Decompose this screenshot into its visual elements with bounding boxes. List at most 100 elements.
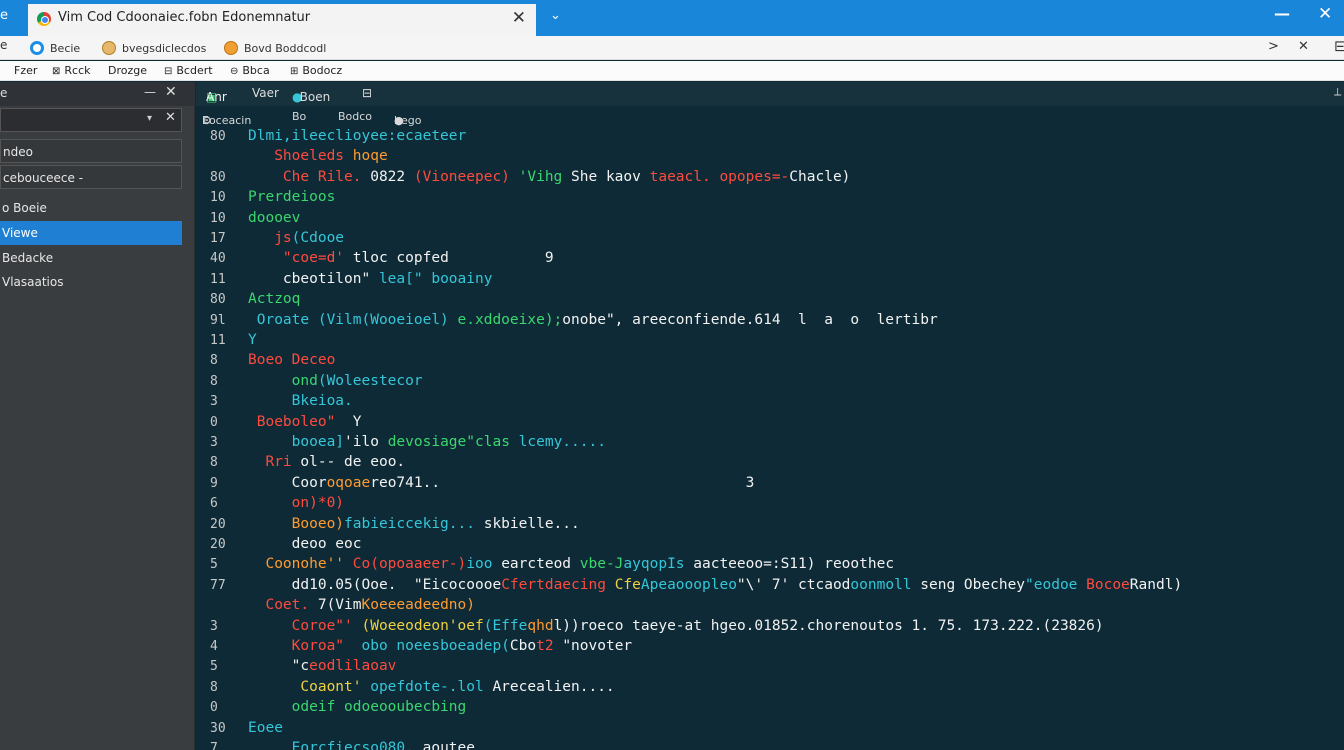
split-editor-icon[interactable]: ⊟	[362, 86, 372, 100]
code-line[interactable]: 3 booea]'ilo devosiage"clas lcemy.....	[196, 434, 1344, 454]
menu-item-4[interactable]: ⊟ Bcdert	[164, 64, 213, 77]
tab-list-dropdown-icon[interactable]: ⌄	[550, 8, 561, 23]
line-number: 6	[210, 496, 218, 512]
code-text: js(Cdooe	[248, 230, 344, 246]
code-token: tloc copfed	[352, 250, 545, 267]
code-line[interactable]: 80 Che Rile. 0822 (Vioneepec) 'Vihg She …	[196, 169, 1344, 189]
line-number: 5	[210, 557, 218, 573]
sidebar-search-input[interactable]: ▾	[0, 108, 182, 132]
back-icon[interactable]: e	[0, 38, 7, 52]
tab-close-icon[interactable]: ✕	[512, 8, 526, 28]
code-line[interactable]: 9l Oroate (Vilm(Wooeioel) e.xddoeixe);on…	[196, 312, 1344, 332]
code-token: ayqopIs	[623, 556, 694, 573]
code-line[interactable]: 30 Eoee	[196, 720, 1344, 740]
code-line[interactable]: 10 doooev	[196, 210, 1344, 230]
menu-label: Rcck	[64, 64, 91, 77]
code-line[interactable]: 5 "ceodlilaoav	[196, 658, 1344, 678]
breadcrumb-item-3[interactable]: Bodco	[338, 110, 372, 123]
pin-icon[interactable]: ⟂	[1334, 85, 1341, 99]
code-line[interactable]: 80 Actzoq	[196, 291, 1344, 311]
app-icon: e	[0, 8, 8, 23]
sidebar-minimize-icon[interactable]: —	[144, 85, 156, 99]
menu-item-5[interactable]: ⊖ Bbca	[230, 64, 270, 77]
code-line[interactable]: 5 Coonohe'' Co(opoaaeer-)ioo earcteod vb…	[196, 556, 1344, 576]
menu-item-6[interactable]: ⊞ Bodocz	[290, 64, 342, 77]
code-token: vbe-J	[579, 556, 624, 573]
code-line[interactable]: 17 js(Cdooe	[196, 230, 1344, 250]
code-token: (Woeeodeon'oef	[361, 617, 484, 634]
code-line[interactable]: 8 Boeo Deceo	[196, 352, 1344, 372]
code-line[interactable]: 80 Dlmi,ileeclioyee:ecaeteer	[196, 128, 1344, 148]
menu-label: Bbca	[242, 64, 270, 77]
line-number: 17	[210, 231, 226, 246]
code-text: Cooroqoaereo741.. 3	[248, 474, 755, 491]
browser-tab-active[interactable]: Vim Cod Cdoonaiec.fobn Edonemnatur ✕	[28, 4, 536, 36]
menu-item-file[interactable]: Fzer	[10, 64, 37, 77]
code-line[interactable]: 6 on)*0)	[196, 495, 1344, 515]
menu-item-3[interactable]: Drozge	[104, 64, 147, 77]
code-line[interactable]: 40 "coe=d' tloc copfed 9	[196, 250, 1344, 270]
code-line[interactable]: 3 Bkeioa.	[196, 393, 1344, 413]
sidebar-item-1[interactable]: ndeo	[0, 139, 182, 163]
sidebar-item-3[interactable]: o Boeie	[0, 196, 182, 220]
sidebar-item-6[interactable]: Vlasaatios	[0, 270, 182, 294]
code-line[interactable]: 0 Boeboleo" Y	[196, 414, 1344, 434]
line-number: 7	[210, 741, 218, 750]
search-close-icon[interactable]: ✕	[165, 110, 176, 125]
code-text: doooev	[248, 210, 300, 226]
code-text: deoo eoc	[248, 536, 362, 552]
sidebar-item-2[interactable]: cebouceece -	[0, 165, 182, 189]
code-line[interactable]: 7 Eorcfiecso080. aoutee	[196, 740, 1344, 750]
line-number: 9	[210, 475, 218, 491]
code-line[interactable]: 20 deoo eoc	[196, 536, 1344, 556]
editor-tab-3[interactable]: ● Boen	[292, 86, 330, 104]
sidebar-close-icon[interactable]: ✕	[165, 84, 177, 100]
bookmark-item-3[interactable]: Bovd Boddcodl	[224, 39, 326, 57]
panel-icon[interactable]: ⊟	[1334, 37, 1344, 55]
code-token: Che Rile.	[248, 168, 371, 185]
window-minimize-icon[interactable]: —	[1274, 4, 1290, 23]
code-token: 9	[544, 250, 554, 267]
code-token: Y	[352, 413, 362, 430]
code-token: Rri	[248, 454, 301, 471]
code-line[interactable]: 8 Rri ol-- de eoo.	[196, 454, 1344, 474]
bookmark-item-1[interactable]: Becie	[30, 39, 80, 57]
close-icon[interactable]: ✕	[1298, 39, 1309, 54]
code-token: Coor	[248, 474, 327, 491]
chevron-right-icon[interactable]: >	[1268, 39, 1279, 54]
code-line[interactable]: 8 Coaont' opefdote-.lol Arecealien....	[196, 679, 1344, 699]
code-token: Y	[248, 332, 257, 348]
code-text: Shoeleds hoqe	[248, 148, 388, 164]
code-line[interactable]: Coet. 7(VimKoeeeadeedno)	[196, 597, 1344, 617]
code-line[interactable]: 9 Cooroqoaereo741.. 3	[196, 475, 1344, 495]
code-line[interactable]: 0 odeif odoeooubecbing	[196, 699, 1344, 719]
code-token: "eodoe	[1025, 576, 1087, 593]
code-line[interactable]: 20 Booeo)fabieiccekig... skbielle...	[196, 516, 1344, 536]
editor-tab-2[interactable]: Vaer	[252, 86, 279, 100]
code-line[interactable]: 10 Prerdeioos	[196, 189, 1344, 209]
code-area[interactable]: 80 Dlmi,ileeclioyee:ecaeteer Shoeleds hoq…	[196, 128, 1344, 750]
code-text: ond(Woleestecor	[248, 373, 423, 389]
code-line[interactable]: 3 Coroe"' (Woeeodeon'oef(Effeqhdl))roeco…	[196, 618, 1344, 638]
menu-item-2[interactable]: ⊠ Rcck	[52, 64, 91, 77]
code-line[interactable]: 77 dd10.05(Ooe. "EicocoooeCfertdaecing C…	[196, 577, 1344, 597]
bookmark-label: bvegsdiclecdos	[122, 41, 207, 55]
code-line[interactable]: 4 Koroa" obo noeesboeadep(Cbot2 "novoter	[196, 638, 1344, 658]
sidebar-item-5[interactable]: Bedacke	[0, 246, 182, 270]
code-token: booainy	[431, 270, 493, 287]
code-token: Bocoe	[1086, 576, 1130, 593]
code-token: reo741..	[370, 474, 441, 491]
code-line[interactable]: 8 ond(Woleestecor	[196, 373, 1344, 393]
code-token: aoutee	[422, 740, 475, 750]
breadcrumb-item-2[interactable]: Bo	[292, 110, 306, 123]
code-line[interactable]: Shoeleds hoqe	[196, 148, 1344, 168]
code-line[interactable]: 11 cbeotilon" lea[" booainy	[196, 271, 1344, 291]
sidebar-item-selected[interactable]: Viewe	[0, 221, 182, 245]
code-token: onobe", areeconfiende.	[562, 311, 755, 328]
chevron-down-icon[interactable]: ▾	[147, 113, 152, 124]
code-line[interactable]: 11 Y	[196, 332, 1344, 352]
code-token: 0822	[370, 168, 414, 185]
window-close-icon[interactable]: ✕	[1318, 4, 1332, 24]
bookmark-item-2[interactable]: bvegsdiclecdos	[102, 39, 206, 57]
